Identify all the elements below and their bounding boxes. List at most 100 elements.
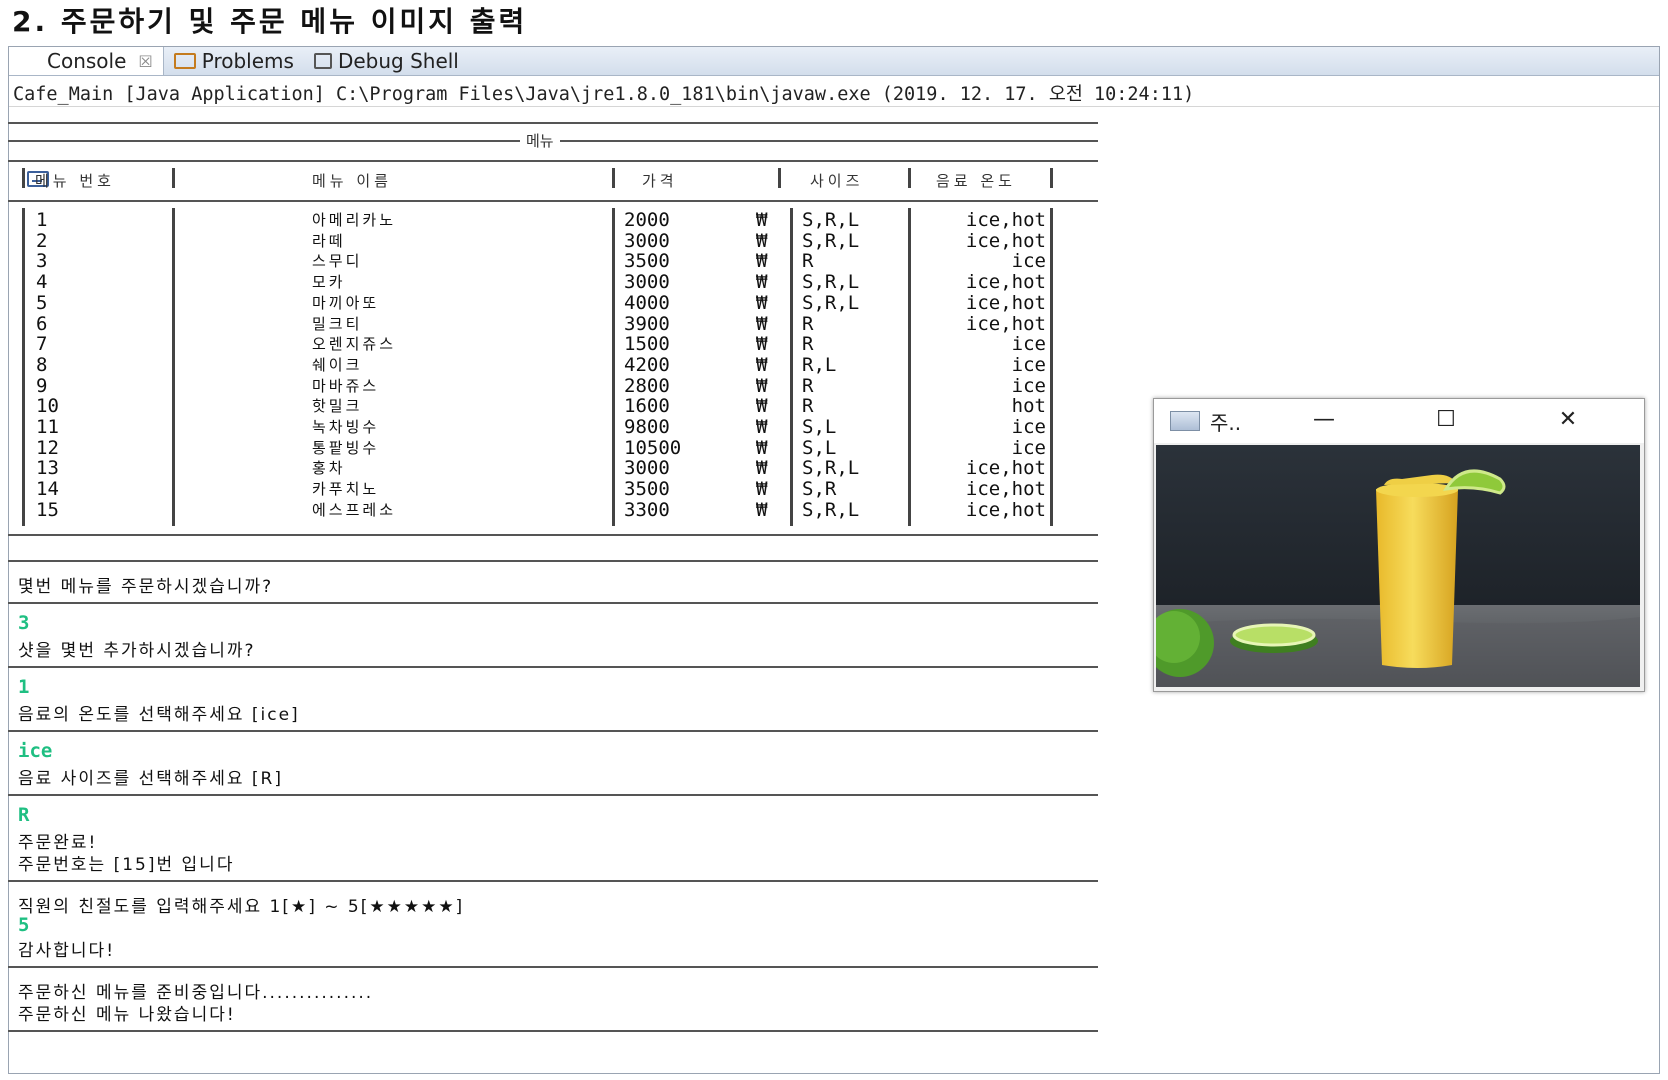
cell-temp: ice,hot [965, 291, 1046, 314]
cell-currency: ₩ [756, 333, 768, 356]
cell-temp: hot [1011, 395, 1046, 418]
cell-temp: ice [1011, 333, 1046, 356]
cell-menu-name: 핫밀크 [312, 397, 363, 416]
header-size: 사이즈 [810, 172, 864, 190]
cell-size: R [802, 250, 814, 273]
cell-currency: ₩ [756, 312, 768, 335]
divider [8, 966, 1098, 968]
cell-price: 10500 [624, 436, 682, 459]
cell-menu-no: 8 [36, 353, 48, 376]
cell-currency: ₩ [756, 478, 768, 501]
cell-temp: ice,hot [965, 498, 1046, 521]
close-button[interactable]: ✕ [1538, 405, 1598, 435]
tab-debug-shell[interactable]: Debug Shell [304, 47, 469, 75]
cell-size: S,L [802, 436, 837, 459]
cell-currency: ₩ [756, 271, 768, 294]
window-title-bar[interactable]: 주.. — ☐ ✕ [1154, 399, 1644, 443]
cell-size: S,L [802, 416, 837, 438]
tab-debug-shell-label: Debug Shell [337, 49, 459, 73]
prompt-shot: 샷을 몇번 추가하시겠습니까? [18, 641, 256, 661]
order-number: 주문번호는 [15]번 입니다 [18, 855, 235, 875]
cell-price: 3300 [624, 498, 670, 521]
cell-size: S,R,L [802, 229, 860, 252]
divider [8, 1030, 1098, 1032]
cell-price: 2800 [624, 374, 670, 397]
cell-menu-no: 9 [36, 374, 48, 397]
cell-size: R [802, 312, 814, 335]
cell-menu-name: 에스프레소 [312, 500, 397, 519]
divider [8, 602, 1098, 604]
header-menu-name: 메뉴 이름 [312, 172, 392, 190]
cell-size: S,R,L [802, 291, 860, 314]
table-border [612, 168, 615, 188]
divider [8, 730, 1098, 732]
cell-size: S,R,L [802, 498, 860, 521]
cell-menu-no: 1 [36, 209, 48, 231]
cell-currency: ₩ [756, 209, 768, 231]
cell-size: S,R,L [802, 271, 860, 294]
cell-currency: ₩ [756, 457, 768, 480]
table-border [612, 208, 615, 526]
cell-temp: ice [1011, 416, 1046, 438]
cell-menu-name: 녹차빙수 [312, 418, 380, 436]
divider [8, 200, 1098, 202]
table-border [22, 168, 25, 188]
cell-menu-no: 15 [36, 498, 59, 521]
thanks-message: 감사합니다! [18, 941, 116, 961]
cell-menu-no: 14 [36, 478, 59, 501]
cell-menu-name: 마바쥬스 [312, 376, 380, 395]
cell-menu-name: 카푸치노 [312, 480, 380, 499]
divider [8, 534, 1098, 536]
cell-temp: ice,hot [965, 229, 1046, 252]
smoothie-photo [1156, 445, 1640, 687]
cell-menu-name: 마끼아또 [312, 293, 380, 312]
cell-menu-no: 5 [36, 291, 48, 314]
cell-menu-name: 밀크티 [312, 314, 363, 333]
cell-price: 1500 [624, 333, 670, 356]
cell-price: 4200 [624, 353, 670, 376]
cell-menu-no: 13 [36, 457, 59, 480]
input-shot: 1 [18, 676, 30, 698]
cell-temp: ice,hot [965, 457, 1046, 480]
menu-image-window[interactable]: 주.. — ☐ ✕ [1153, 398, 1645, 692]
tab-console-label: Console [47, 49, 127, 73]
cell-menu-no: 11 [36, 416, 59, 438]
cell-temp: ice,hot [965, 271, 1046, 294]
cell-menu-no: 3 [36, 250, 48, 273]
cell-temp: ice [1011, 374, 1046, 397]
header-price: 가격 [642, 172, 678, 190]
prompt-rating: 직원의 친절도를 입력해주세요 1[★] ~ 5[★★★★★] [18, 897, 465, 917]
view-tab-bar: Console ☒ Problems Debug Shell [9, 47, 1659, 187]
table-border [908, 208, 911, 526]
divider [8, 666, 1098, 668]
minimize-button[interactable]: — [1294, 405, 1354, 435]
cell-currency: ₩ [756, 395, 768, 418]
cell-menu-name: 오렌지쥬스 [312, 335, 397, 354]
prompt-size: 음료 사이즈를 선택해주세요 [R] [18, 769, 283, 789]
prompt-menu: 몇번 메뉴를 주문하시겠습니까? [18, 577, 274, 597]
cell-size: S,R,L [802, 209, 860, 231]
close-icon[interactable]: ☒ [138, 52, 152, 71]
divider [8, 560, 1098, 562]
cell-menu-name: 스무디 [312, 252, 363, 271]
maximize-button[interactable]: ☐ [1416, 405, 1476, 435]
cell-menu-name: 통팥빙수 [312, 438, 380, 457]
cell-currency: ₩ [756, 291, 768, 314]
problems-icon [173, 53, 196, 69]
input-rating: 5 [18, 914, 30, 936]
cell-currency: ₩ [756, 436, 768, 459]
cell-menu-name: 라떼 [312, 231, 346, 250]
tab-console[interactable]: Console ☒ [9, 47, 164, 187]
cell-menu-name: 홍차 [312, 459, 346, 478]
ready-message: 주문하신 메뉴 나왔습니다! [18, 1005, 236, 1025]
cell-currency: ₩ [756, 374, 768, 397]
input-menu: 3 [18, 612, 30, 634]
cell-temp: ice [1011, 250, 1046, 273]
menu-title: 메뉴 [520, 130, 560, 151]
table-border [790, 208, 793, 526]
cell-size: R,L [802, 353, 837, 376]
cell-size: R [802, 333, 814, 356]
cell-temp: ice,hot [965, 478, 1046, 501]
tab-problems[interactable]: Problems [164, 47, 304, 75]
cell-size: R [802, 374, 814, 397]
